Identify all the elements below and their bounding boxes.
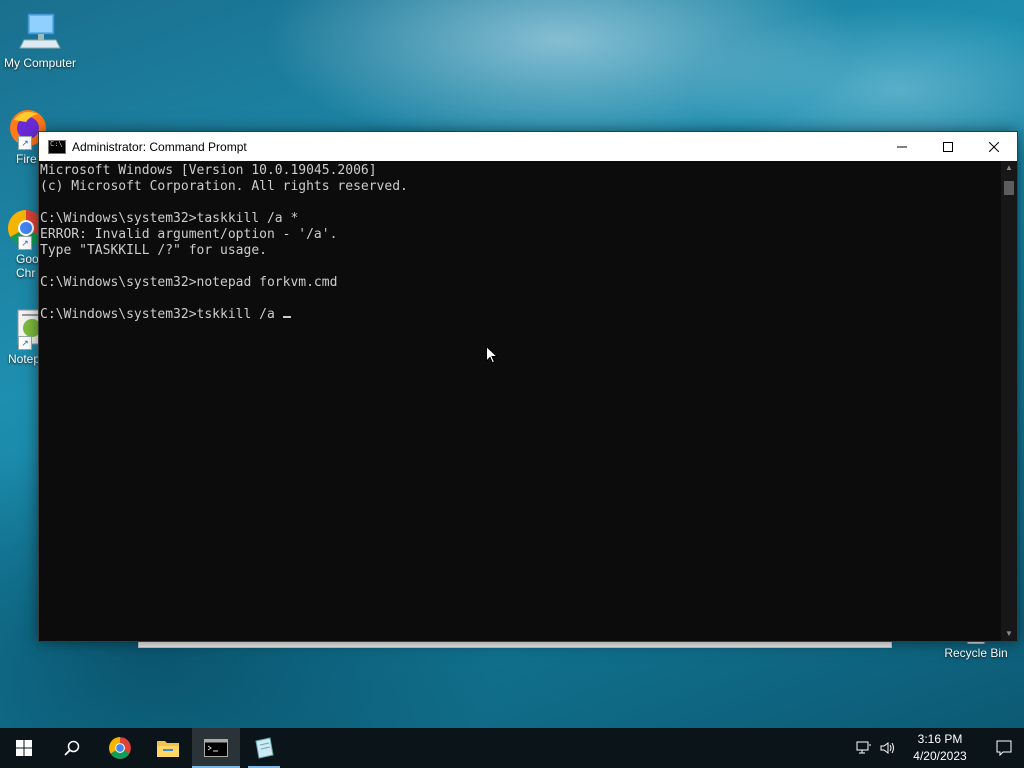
window-controls	[879, 132, 1017, 161]
chrome-icon	[109, 737, 131, 759]
taskbar-notepad[interactable]	[240, 728, 288, 768]
taskbar-file-explorer[interactable]	[144, 728, 192, 768]
clock-time: 3:16 PM	[917, 732, 963, 746]
title-bar[interactable]: Administrator: Command Prompt	[39, 132, 1017, 161]
command-prompt-window[interactable]: Administrator: Command Prompt Microsoft …	[38, 131, 1018, 642]
terminal-output[interactable]: Microsoft Windows [Version 10.0.19045.20…	[39, 161, 1001, 641]
taskbar: 3:16 PM 4/20/2023	[0, 728, 1024, 768]
terminal-input-text: C:\Windows\system32>tskkill /a	[40, 307, 283, 322]
cmd-icon	[48, 139, 66, 154]
close-icon	[989, 141, 999, 152]
system-tray: 3:16 PM 4/20/2023	[852, 728, 1024, 768]
taskbar-command-prompt[interactable]	[192, 728, 240, 768]
terminal-line: C:\Windows\system32>notepad forkvm.cmd	[40, 275, 338, 290]
taskbar-chrome[interactable]	[96, 728, 144, 768]
terminal-line: C:\Windows\system32>taskkill /a *	[40, 211, 299, 226]
terminal-line: Microsoft Windows [Version 10.0.19045.20…	[40, 163, 377, 178]
maximize-icon	[943, 141, 953, 152]
cmd-icon	[204, 739, 228, 757]
vertical-scrollbar[interactable]: ▲ ▼	[1001, 161, 1017, 641]
shortcut-arrow-icon: ↗	[18, 136, 32, 150]
volume-icon[interactable]	[876, 728, 900, 768]
notepad-icon	[255, 737, 274, 759]
minimize-button[interactable]	[879, 132, 925, 161]
window-title: Administrator: Command Prompt	[72, 139, 247, 154]
notifications-button[interactable]	[984, 728, 1024, 768]
search-button[interactable]	[48, 728, 96, 768]
maximize-button[interactable]	[925, 132, 971, 161]
scroll-up-icon[interactable]: ▲	[1001, 161, 1017, 175]
computer-icon	[18, 10, 62, 54]
text-cursor	[282, 316, 291, 318]
scroll-down-icon[interactable]: ▼	[1001, 627, 1017, 641]
terminal-line: ERROR: Invalid argument/option - '/a'.	[40, 227, 338, 242]
desktop-icon-my-computer[interactable]: My Computer	[0, 10, 80, 70]
mouse-pointer-icon	[486, 345, 499, 369]
notification-icon	[996, 740, 1012, 756]
clock[interactable]: 3:16 PM 4/20/2023	[904, 731, 976, 765]
terminal-input-line[interactable]: C:\Windows\system32>tskkill /a	[40, 307, 1001, 323]
start-button[interactable]	[0, 728, 48, 768]
shortcut-arrow-icon: ↗	[18, 336, 32, 350]
terminal-line: Type "TASKKILL /?" for usage.	[40, 243, 267, 258]
clock-date: 4/20/2023	[913, 749, 967, 763]
folder-icon	[157, 741, 179, 757]
scroll-thumb[interactable]	[1004, 181, 1014, 195]
desktop-icon-label: Recycle Bin	[944, 646, 1008, 660]
search-icon	[64, 740, 80, 756]
minimize-icon	[897, 146, 907, 147]
close-button[interactable]	[971, 132, 1017, 161]
terminal-line: (c) Microsoft Corporation. All rights re…	[40, 179, 408, 194]
desktop-icon-label: My Computer	[3, 56, 77, 70]
shortcut-arrow-icon: ↗	[18, 236, 32, 250]
windows-logo-icon	[16, 740, 32, 756]
network-icon[interactable]	[852, 728, 876, 768]
